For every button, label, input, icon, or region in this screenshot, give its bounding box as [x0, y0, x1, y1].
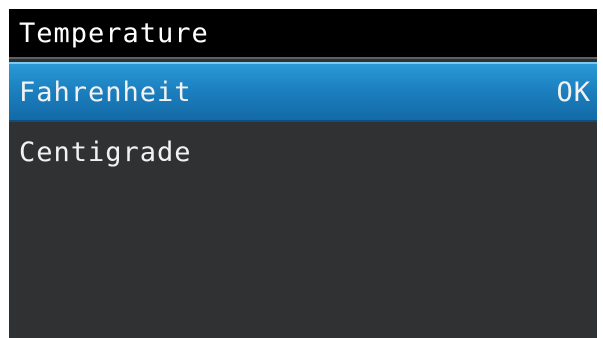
menu-item-label: Centigrade [19, 137, 192, 168]
menu-item-fahrenheit[interactable]: Fahrenheit OK [9, 62, 597, 122]
menu-item-label: Fahrenheit [19, 77, 192, 108]
lcd-screen: Temperature Fahrenheit OK Centigrade [9, 9, 597, 338]
selected-status-ok: OK [556, 77, 591, 108]
menu-item-centigrade[interactable]: Centigrade [9, 124, 597, 182]
page-title: Temperature [19, 18, 209, 49]
title-bar: Temperature [9, 9, 597, 59]
